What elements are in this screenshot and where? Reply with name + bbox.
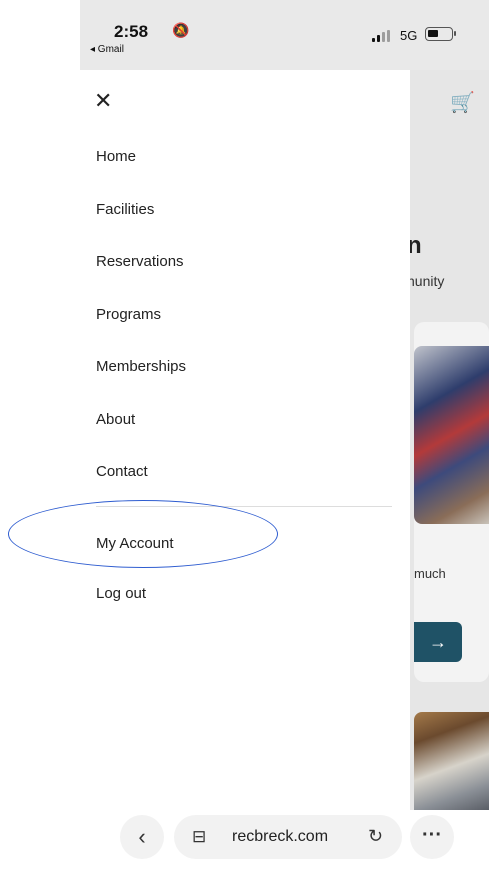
card-text: much (414, 566, 446, 581)
menu-item-memberships[interactable]: Memberships (96, 358, 186, 375)
tab-icon[interactable]: ⊟ (192, 827, 206, 847)
browser-toolbar: ‹ ⊟ recbreck.com ↻ ··· (80, 810, 489, 878)
address-bar[interactable]: ⊟ recbreck.com ↻ (174, 815, 402, 859)
cart-icon[interactable]: 🛒 (450, 90, 475, 115)
silent-bell-icon: 🔕 (172, 22, 190, 38)
browser-back-button[interactable]: ‹ (120, 815, 164, 859)
menu-item-home[interactable]: Home (96, 148, 136, 165)
menu-item-log-out[interactable]: Log out (96, 585, 146, 602)
menu-item-about[interactable]: About (96, 411, 135, 428)
signal-icon (372, 30, 394, 42)
battery-icon (425, 27, 456, 41)
back-to-app-link[interactable]: ◂ Gmail (90, 44, 124, 55)
highlight-oval (8, 500, 278, 568)
menu-item-facilities[interactable]: Facilities (96, 201, 154, 218)
status-bar: 2:58 🔕 ◂ Gmail 5G (80, 0, 489, 70)
status-time: 2:58 (114, 22, 149, 41)
second-card-photo (414, 712, 489, 810)
background-subtext: nunity (407, 273, 445, 289)
menu-item-reservations[interactable]: Reservations (96, 253, 184, 270)
nav-drawer: ✕ Home Facilities Reservations Programs … (80, 70, 410, 810)
menu-item-programs[interactable]: Programs (96, 306, 161, 323)
url-text: recbreck.com (232, 828, 329, 845)
phone-screen: 2:58 🔕 ◂ Gmail 5G 🛒 n nunity much → ✕ Ho… (80, 0, 489, 878)
close-icon[interactable]: ✕ (94, 88, 112, 114)
network-type: 5G (400, 28, 418, 43)
menu-item-contact[interactable]: Contact (96, 463, 148, 480)
reload-icon[interactable]: ↻ (368, 826, 383, 847)
card-photo (414, 346, 489, 524)
more-options-button[interactable]: ··· (410, 815, 454, 859)
card-arrow-button[interactable]: → (414, 622, 462, 662)
